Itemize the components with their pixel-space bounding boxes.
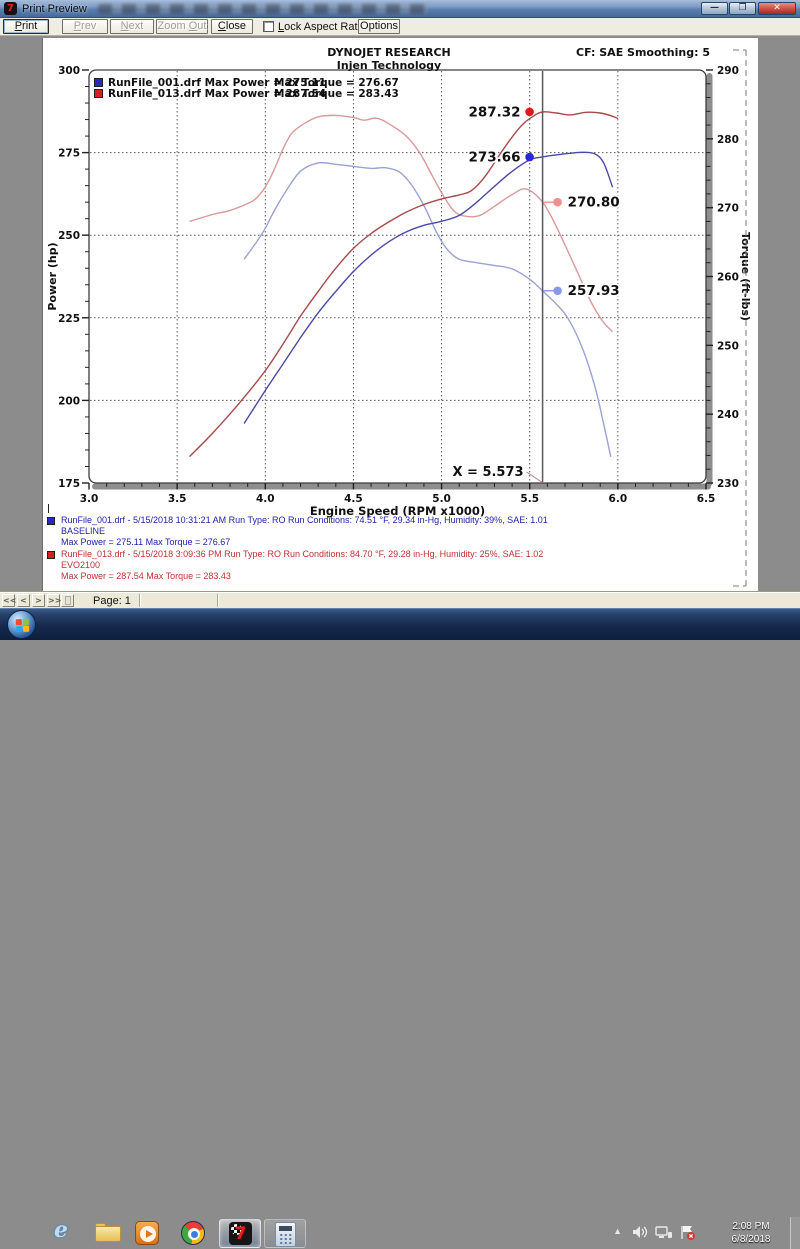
right-tick-label: 280 (717, 134, 739, 146)
legend-swatch-red (94, 89, 103, 98)
run-swatch-2 (47, 551, 55, 559)
left-tick-label: 225 (58, 313, 80, 325)
preview-page: 3.03.54.04.55.05.56.06.53002752502252001… (42, 38, 758, 592)
run1-max-line: Max Power = 275.11 Max Torque = 276.67 (61, 537, 230, 547)
callout-label: 257.93 (568, 283, 620, 299)
show-desktop-button[interactable] (790, 1217, 800, 1249)
page-setup-button[interactable] (61, 594, 74, 607)
windows-flag-icon (16, 619, 30, 633)
document-icon (65, 596, 71, 605)
legend-file-2: RunFile_013.drf (108, 88, 201, 100)
minimize-icon: — (710, 3, 719, 13)
lock-aspect-label: Lock Aspect Ratio (278, 21, 366, 33)
network-icon[interactable] (655, 1225, 672, 1239)
title-bar: 7 Print Preview — ❐ ✕ (0, 0, 800, 18)
callout-dot (525, 108, 534, 117)
right-tick-label: 270 (717, 203, 739, 215)
prev-button[interactable]: Prev (62, 19, 108, 34)
callout-label: 273.66 (468, 150, 520, 166)
run-swatch-1 (47, 517, 55, 525)
print-preview-toolbar: Print Prev Next Zoom Out Close Lock Aspe… (0, 18, 800, 36)
x-tick-label: 3.5 (168, 493, 187, 505)
taskbar-clock[interactable]: 2:08 PM 6/8/2018 (719, 1220, 783, 1246)
next-button[interactable]: Next (110, 19, 154, 34)
run2-file-line: RunFile_013.drf - 5/15/2018 3:09:36 PM R… (61, 549, 543, 559)
redacted-title-text (98, 4, 428, 14)
right-tick-label: 230 (717, 478, 739, 490)
restore-button[interactable]: ❐ (729, 2, 756, 15)
x-tick-label: 4.0 (256, 493, 275, 505)
correction-smoothing-note: CF: SAE Smoothing: 5 (576, 46, 710, 59)
left-tick-label: 175 (58, 478, 80, 490)
run2-name: EVO2100 (61, 560, 100, 570)
speaker-icon[interactable] (632, 1225, 648, 1239)
restore-icon: ❐ (738, 3, 746, 13)
first-page-button[interactable]: << (2, 594, 15, 607)
run1-file-line: RunFile_001.drf - 5/15/2018 10:31:21 AM … (61, 515, 548, 525)
clock-time: 2:08 PM (719, 1220, 783, 1233)
left-tick-label: 200 (58, 395, 80, 407)
callout-label: 270.80 (568, 195, 620, 211)
callout-dot (553, 286, 562, 295)
plot-border (89, 70, 706, 483)
lock-aspect-checkbox[interactable] (263, 21, 274, 32)
print-button[interactable]: Print (3, 19, 49, 34)
statusbar-separator (217, 594, 219, 607)
zoom-out-button[interactable]: Zoom Out (156, 19, 208, 34)
close-icon: ✕ (773, 3, 781, 13)
legend-torque-2: Max Torque = 283.43 (274, 88, 399, 100)
action-center-flag-icon[interactable] (680, 1225, 696, 1241)
preview-background: 3.03.54.04.55.05.56.06.53002752502252001… (0, 36, 800, 592)
right-tick-label: 290 (717, 65, 739, 77)
x-tick-label: 6.5 (697, 493, 716, 505)
legend-row-1: RunFile_001.drf Max Power = 275.11 Max T… (94, 77, 107, 88)
right-tick-label: 250 (717, 340, 739, 352)
legend-swatch-blue (94, 78, 103, 87)
minimize-button[interactable]: — (701, 2, 728, 15)
window-title: Print Preview (22, 3, 87, 15)
tray-expand-icon[interactable]: ▲ (613, 1226, 622, 1236)
status-bar: << < > >> Page: 1 (0, 592, 800, 608)
statusbar-separator (139, 594, 141, 607)
system-tray: ▲ 2:08 PM 6/8/2018 (0, 1217, 800, 1249)
x-tick-label: 3.0 (80, 493, 99, 505)
callout-label: 287.32 (468, 104, 520, 120)
prev-page-button[interactable]: < (17, 594, 30, 607)
right-tick-label: 240 (717, 409, 739, 421)
clock-date: 6/8/2018 (719, 1233, 783, 1246)
callout-dot (525, 153, 534, 162)
next-page-button[interactable]: > (32, 594, 45, 607)
text-caret (48, 504, 49, 513)
run1-name: BASELINE (61, 526, 105, 536)
left-tick-label: 275 (58, 148, 80, 160)
chart-title: DYNOJET RESEARCH (239, 46, 539, 59)
app-icon: 7 (4, 2, 17, 15)
close-window-button[interactable]: ✕ (758, 2, 796, 15)
start-button[interactable] (7, 610, 36, 639)
dyno-chart: 3.03.54.04.55.05.56.06.53002752502252001… (43, 38, 759, 592)
run2-max-line: Max Power = 287.54 Max Torque = 283.43 (61, 571, 231, 581)
left-axis-title: Power (hp) (46, 242, 59, 310)
cursor-x-label: X = 5.573 (452, 465, 523, 480)
options-button[interactable]: Options (358, 19, 400, 34)
left-tick-label: 300 (58, 65, 80, 77)
taskbar: e 7 ▲ (0, 608, 800, 640)
legend-row-2: RunFile_013.drf Max Power = 287.54 Max T… (94, 88, 107, 99)
x-tick-label: 5.5 (520, 493, 539, 505)
chart-subtitle: Injen Technology (239, 59, 539, 72)
last-page-button[interactable]: >> (47, 594, 60, 607)
callout-dot (553, 198, 562, 207)
close-preview-button[interactable]: Close (211, 19, 253, 34)
x-tick-label: 6.0 (609, 493, 628, 505)
left-tick-label: 250 (58, 230, 80, 242)
right-tick-label: 260 (717, 272, 739, 284)
page-number-label: Page: 1 (93, 595, 131, 607)
